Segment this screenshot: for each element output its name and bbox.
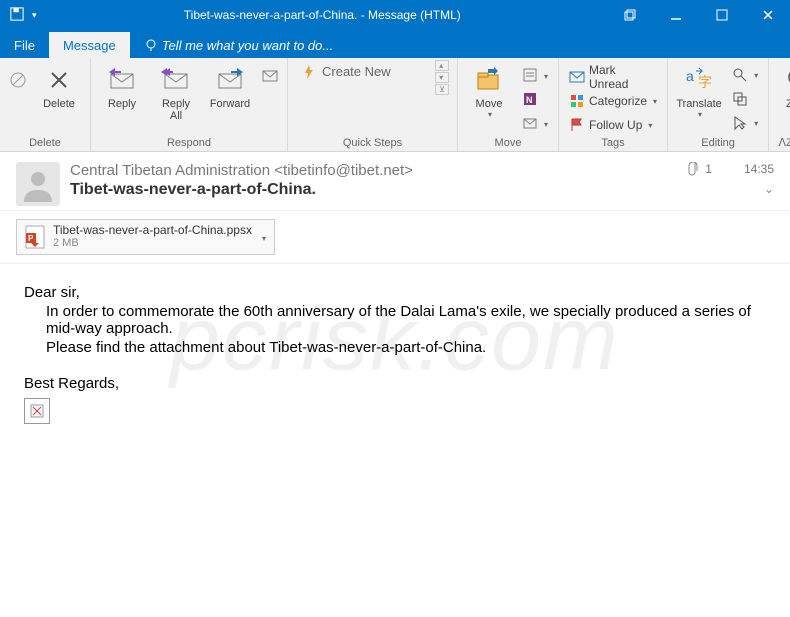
forward-button[interactable]: Forward bbox=[205, 60, 255, 114]
body-signoff: Best Regards, bbox=[24, 375, 766, 392]
group-label-move: Move bbox=[464, 137, 552, 151]
ignore-button[interactable] bbox=[6, 60, 30, 102]
group-label-delete: Delete bbox=[6, 137, 84, 151]
subject: Tibet-was-never-a-part-of-China. bbox=[70, 181, 677, 199]
quickstep-create-new[interactable]: Create New bbox=[294, 60, 399, 83]
svg-text:P: P bbox=[28, 234, 34, 243]
zoom-button[interactable]: Zoom bbox=[775, 60, 790, 114]
attachment-item[interactable]: P Tibet-was-never-a-part-of-China.ppsx 2… bbox=[16, 219, 275, 255]
more-respond-button[interactable] bbox=[259, 60, 281, 102]
move-button[interactable]: Move bbox=[464, 60, 514, 123]
reply-button[interactable]: Reply bbox=[97, 60, 147, 114]
lightbulb-icon bbox=[144, 38, 158, 52]
body-line-1: In order to commemorate the 60th anniver… bbox=[24, 303, 766, 337]
group-label-respond: Respond bbox=[97, 137, 281, 151]
svg-text:字: 字 bbox=[698, 74, 712, 90]
window-title: Tibet-was-never-a-part-of-China. - Messa… bbox=[37, 8, 608, 22]
svg-text:a: a bbox=[686, 68, 694, 84]
attachment-count: 1 bbox=[705, 162, 712, 176]
svg-text:N: N bbox=[526, 95, 533, 105]
find-button[interactable] bbox=[728, 64, 762, 86]
reply-all-button[interactable]: Reply All bbox=[151, 60, 201, 126]
attachment-name: Tibet-was-never-a-part-of-China.ppsx bbox=[53, 224, 252, 237]
chevron-down-icon[interactable]: ⌄ bbox=[764, 182, 774, 196]
delete-button[interactable]: Delete bbox=[34, 60, 84, 114]
follow-up-button[interactable]: Follow Up bbox=[565, 114, 661, 136]
onenote-button[interactable]: N bbox=[518, 88, 552, 110]
window-close-button[interactable] bbox=[746, 0, 790, 30]
window-maximize-button[interactable] bbox=[700, 0, 744, 30]
message-body: Dear sir, In order to commemorate the 60… bbox=[0, 264, 790, 444]
message-time: 14:35 bbox=[744, 162, 774, 176]
collapse-ribbon-icon[interactable]: ᐱ bbox=[778, 136, 786, 149]
from-name: Central Tibetan Administration bbox=[70, 162, 270, 179]
window-minimize-button[interactable] bbox=[654, 0, 698, 30]
quicksteps-down-icon[interactable]: ▾ bbox=[435, 72, 449, 83]
rules-button[interactable] bbox=[518, 64, 552, 86]
mark-unread-button[interactable]: Mark Unread bbox=[565, 66, 661, 88]
body-line-2: Please find the attachment about Tibet-w… bbox=[24, 339, 766, 356]
ppsx-file-icon: P bbox=[25, 225, 45, 249]
categorize-button[interactable]: Categorize bbox=[565, 90, 661, 112]
quicksteps-up-icon[interactable]: ▴ bbox=[435, 60, 449, 71]
related-button[interactable] bbox=[728, 88, 762, 110]
group-label-editing: Editing bbox=[674, 137, 762, 151]
body-greeting: Dear sir, bbox=[24, 284, 766, 301]
window-restore-up-button[interactable] bbox=[608, 0, 652, 30]
translate-button[interactable]: a字 Translate bbox=[674, 60, 724, 123]
quicksteps-more-icon[interactable]: ⊻ bbox=[435, 84, 449, 95]
actions-button[interactable] bbox=[518, 112, 552, 134]
from-email: <tibetinfo@tibet.net> bbox=[274, 162, 413, 179]
attachment-icon bbox=[687, 162, 699, 176]
attachment-dropdown-icon[interactable] bbox=[260, 230, 266, 244]
tab-file[interactable]: File bbox=[0, 32, 49, 58]
group-label-tags: Tags bbox=[565, 137, 661, 151]
tab-message[interactable]: Message bbox=[49, 32, 130, 58]
attachment-size: 2 MB bbox=[53, 237, 252, 250]
broken-image-icon bbox=[24, 398, 50, 424]
from-line: Central Tibetan Administration <tibetinf… bbox=[70, 162, 677, 179]
select-button[interactable] bbox=[728, 112, 762, 134]
group-label-quicksteps: Quick Steps bbox=[294, 137, 451, 151]
avatar bbox=[16, 162, 60, 206]
lightning-icon bbox=[302, 65, 316, 79]
tell-me-search[interactable]: Tell me what you want to do... bbox=[130, 32, 348, 58]
save-icon[interactable] bbox=[10, 7, 24, 24]
